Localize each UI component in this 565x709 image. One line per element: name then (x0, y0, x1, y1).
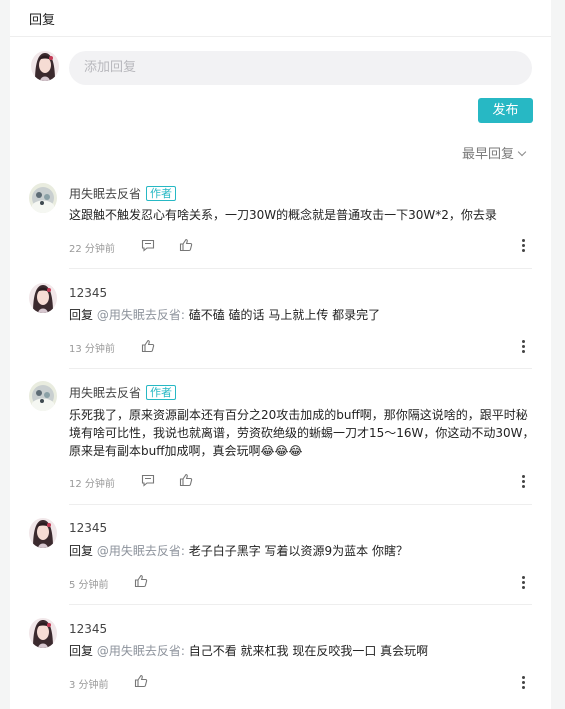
comment-icon[interactable] (141, 474, 155, 487)
current-user-avatar[interactable] (31, 51, 59, 81)
reply-mention[interactable]: @用失眠去反省: (97, 644, 185, 658)
comment-divider (69, 268, 532, 269)
publish-button[interactable]: 发布 (478, 98, 533, 123)
thumb-up-icon[interactable] (179, 238, 193, 252)
comment-text: 乐死我了，原来资源副本还有百分之20攻击加成的buff啊，那你隔这说啥的，跟平时… (69, 408, 535, 458)
comment-text: 回复 @用失眠去反省: 老子白子黑字 写着以资源9为蓝本 你瞎？ (69, 544, 408, 558)
comment-divider (69, 504, 532, 505)
comment-author[interactable]: 用失眠去反省 作者 (69, 185, 177, 202)
more-vertical-icon[interactable] (522, 239, 526, 254)
avatar[interactable] (29, 183, 57, 213)
comment-time: 13 分钟前 (69, 344, 115, 355)
reply-input[interactable]: 添加回复 (69, 51, 532, 85)
comment-time: 3 分钟前 (69, 680, 109, 691)
avatar[interactable] (29, 618, 57, 648)
thumb-up-icon[interactable] (141, 339, 155, 353)
comment-icon[interactable] (141, 239, 155, 252)
more-vertical-icon[interactable] (522, 340, 526, 355)
comment-time: 5 分钟前 (69, 580, 109, 591)
comment-author[interactable]: 12345 (69, 286, 107, 300)
comment-text: 这跟触不触发忍心有啥关系，一刀30W的概念就是普通攻击一下30W*2，你去录 (69, 208, 497, 222)
comment-text: 回复 @用失眠去反省: 磕不磕 磕的话 马上就上传 都录完了 (69, 308, 381, 322)
thumb-up-icon[interactable] (134, 574, 148, 588)
more-vertical-icon[interactable] (522, 576, 526, 591)
comment-text: 回复 @用失眠去反省: 自己不看 就来杠我 现在反咬我一口 真会玩啊 (69, 644, 429, 658)
author-badge: 作者 (146, 186, 177, 201)
comment-divider (69, 604, 532, 605)
chevron-down-icon (517, 147, 527, 157)
comment-author[interactable]: 12345 (69, 622, 107, 636)
comment-time: 12 分钟前 (69, 479, 115, 490)
sort-dropdown[interactable]: 最早回复 (462, 143, 527, 162)
reply-panel: 回复 添加回复 发布 最早回复 用失眠去反省 作者 这跟触不触发忍心有啥关系，一刀… (10, 0, 551, 709)
avatar[interactable] (29, 518, 57, 548)
header-divider (10, 36, 551, 37)
more-vertical-icon[interactable] (522, 475, 526, 490)
thumb-up-icon[interactable] (134, 674, 148, 688)
avatar[interactable] (29, 283, 57, 313)
comment-author[interactable]: 用失眠去反省 作者 (69, 384, 177, 401)
author-badge: 作者 (146, 385, 177, 400)
more-vertical-icon[interactable] (522, 676, 526, 691)
avatar[interactable] (29, 381, 57, 411)
thumb-up-icon[interactable] (179, 473, 193, 487)
reply-mention[interactable]: @用失眠去反省: (97, 544, 185, 558)
page-title: 回复 (29, 13, 56, 28)
reply-mention[interactable]: @用失眠去反省: (97, 308, 185, 322)
comment-author[interactable]: 12345 (69, 521, 107, 535)
comment-time: 22 分钟前 (69, 244, 115, 255)
comment-divider (69, 368, 532, 369)
sort-label: 最早回复 (462, 147, 515, 162)
